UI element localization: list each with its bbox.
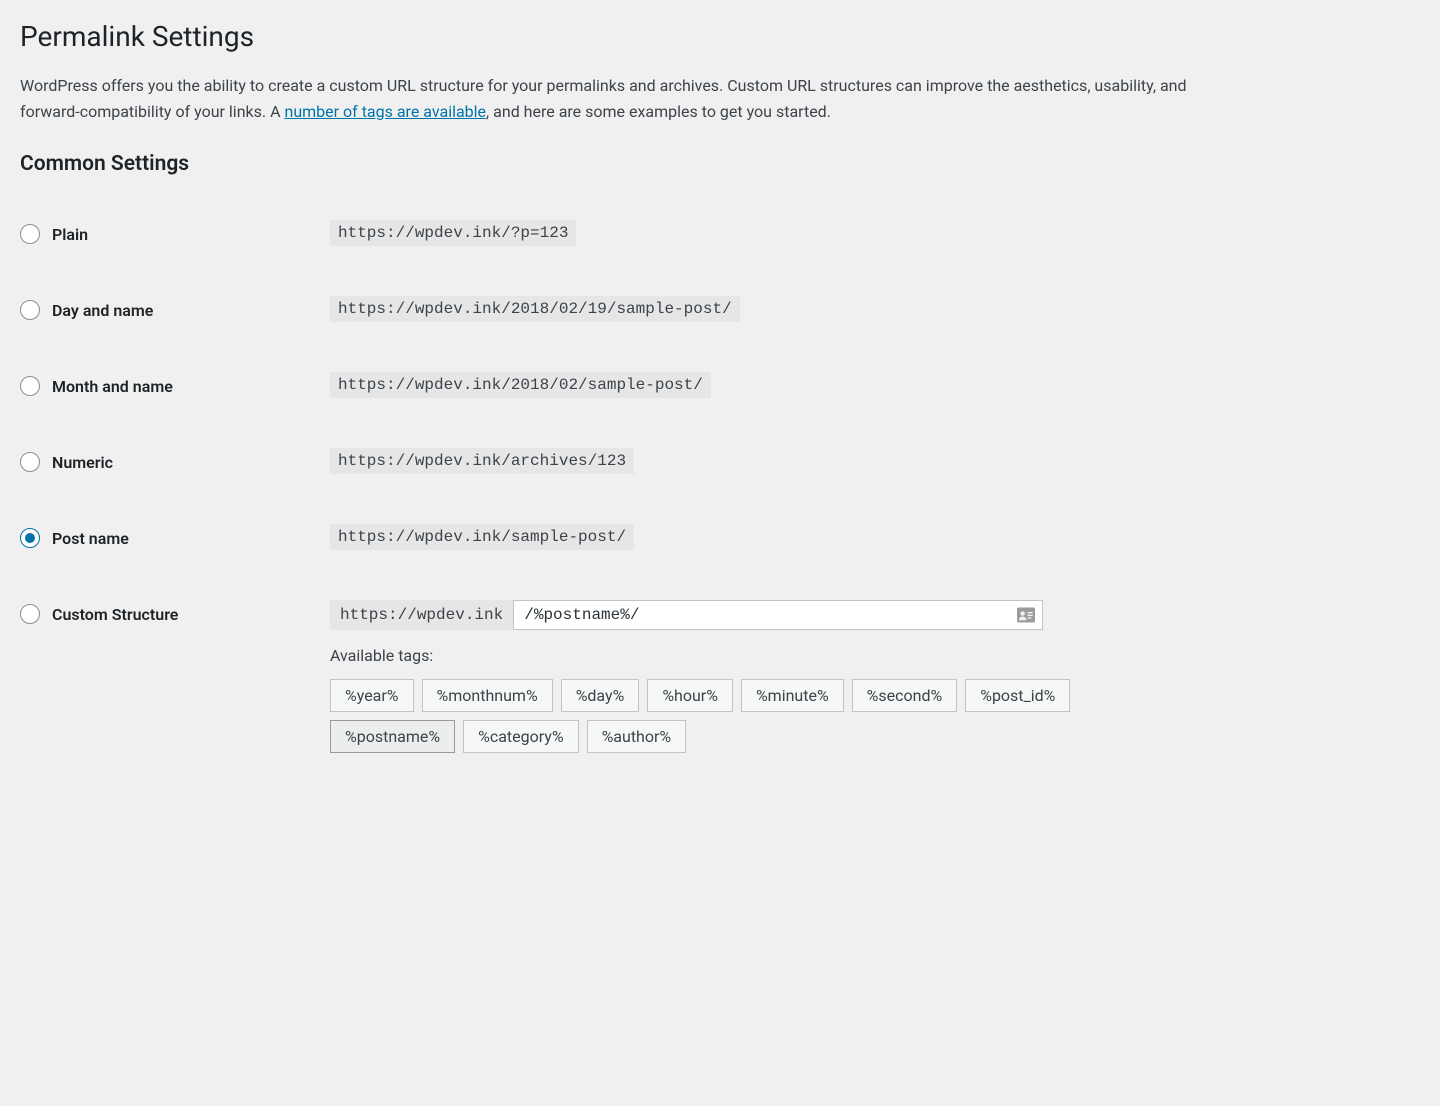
option-row-custom: Custom Structure https://wpdev.ink [20, 576, 1220, 777]
page-title: Permalink Settings [20, 20, 1220, 53]
option-label-custom[interactable]: Custom Structure [20, 604, 310, 624]
option-label-postname[interactable]: Post name [20, 528, 310, 548]
intro-post: , and here are some examples to get you … [486, 102, 831, 121]
radio-dayname[interactable] [20, 300, 40, 320]
radio-monthname[interactable] [20, 376, 40, 396]
intro-text: WordPress offers you the ability to crea… [20, 73, 1220, 124]
tag-button-post_id[interactable]: %post_id% [965, 679, 1070, 712]
tag-button-author[interactable]: %author% [587, 720, 687, 753]
option-text-dayname: Day and name [52, 301, 153, 320]
option-label-dayname[interactable]: Day and name [20, 300, 310, 320]
radio-numeric[interactable] [20, 452, 40, 472]
option-text-custom: Custom Structure [52, 605, 178, 624]
common-settings-heading: Common Settings [20, 152, 1220, 176]
tag-button-minute[interactable]: %minute% [741, 679, 844, 712]
option-label-numeric[interactable]: Numeric [20, 452, 310, 472]
option-row-plain: Plain https://wpdev.ink/?p=123 [20, 196, 1220, 272]
option-row-monthname: Month and name https://wpdev.ink/2018/02… [20, 348, 1220, 424]
example-numeric: https://wpdev.ink/archives/123 [330, 448, 634, 474]
option-text-monthname: Month and name [52, 377, 173, 396]
available-tags-label: Available tags: [330, 646, 1210, 665]
example-dayname: https://wpdev.ink/2018/02/19/sample-post… [330, 296, 740, 322]
example-plain: https://wpdev.ink/?p=123 [330, 220, 576, 246]
option-row-postname: Post name https://wpdev.ink/sample-post/ [20, 500, 1220, 576]
option-row-dayname: Day and name https://wpdev.ink/2018/02/1… [20, 272, 1220, 348]
tag-button-day[interactable]: %day% [561, 679, 640, 712]
option-text-postname: Post name [52, 529, 129, 548]
radio-postname[interactable] [20, 528, 40, 548]
tag-button-monthnum[interactable]: %monthnum% [422, 679, 553, 712]
option-label-monthname[interactable]: Month and name [20, 376, 310, 396]
permalink-options-table: Plain https://wpdev.ink/?p=123 Day and n… [20, 196, 1220, 777]
tag-button-second[interactable]: %second% [852, 679, 958, 712]
example-postname: https://wpdev.ink/sample-post/ [330, 524, 634, 550]
tags-link[interactable]: number of tags are available [284, 102, 486, 121]
option-text-plain: Plain [52, 225, 88, 244]
tag-button-category[interactable]: %category% [463, 720, 578, 753]
contact-card-icon [1017, 607, 1035, 623]
tag-list: %year%%monthnum%%day%%hour%%minute%%seco… [330, 679, 1090, 753]
custom-prefix: https://wpdev.ink [330, 600, 513, 630]
example-monthname: https://wpdev.ink/2018/02/sample-post/ [330, 372, 711, 398]
tag-button-hour[interactable]: %hour% [647, 679, 733, 712]
option-row-numeric: Numeric https://wpdev.ink/archives/123 [20, 424, 1220, 500]
tag-button-year[interactable]: %year% [330, 679, 414, 712]
option-label-plain[interactable]: Plain [20, 224, 310, 244]
tag-button-postname[interactable]: %postname% [330, 720, 455, 753]
radio-plain[interactable] [20, 224, 40, 244]
radio-custom[interactable] [20, 604, 40, 624]
custom-structure-input[interactable] [513, 600, 1043, 630]
option-text-numeric: Numeric [52, 453, 113, 472]
